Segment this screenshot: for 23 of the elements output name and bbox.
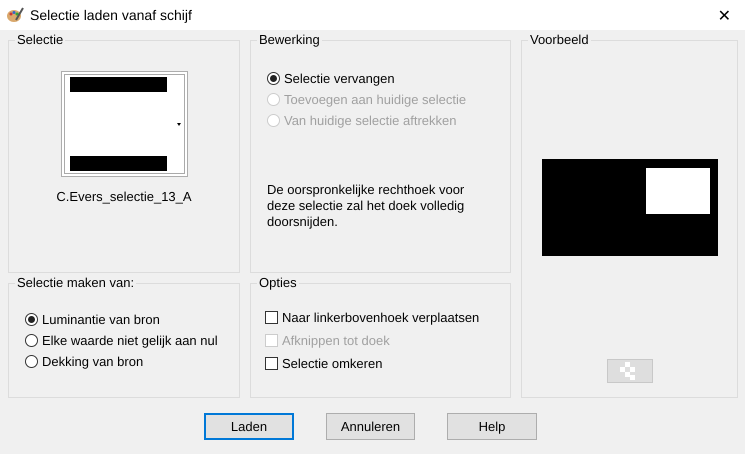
window-title: Selectie laden vanaf schijf (30, 7, 193, 23)
radio-button[interactable] (25, 313, 38, 326)
checkbox-option[interactable]: Selectie omkeren (265, 356, 496, 371)
radio-button[interactable] (25, 355, 38, 368)
dialog-button[interactable]: Laden (204, 413, 294, 440)
checkbox[interactable] (265, 311, 278, 324)
dialog-button[interactable]: Help (447, 413, 537, 440)
radio-button[interactable] (267, 72, 280, 85)
selection-thumbnail[interactable] (60, 71, 188, 177)
close-button[interactable]: ✕ (712, 6, 737, 24)
file-name: C.Evers_selectie_13_A (55, 189, 193, 204)
radio-option[interactable]: Luminantie van bron (25, 312, 223, 327)
palette-icon (6, 6, 24, 24)
radio-option[interactable]: Selectie vervangen (267, 71, 494, 86)
checkbox-option[interactable]: Naar linkerbovenhoek verplaatsen (265, 310, 496, 325)
info-text: De oorspronkelijke rechthoek voor deze selectie zal het doek volledig doorsnijden. (267, 182, 466, 230)
dialog-button[interactable]: Annuleren (326, 413, 415, 440)
radio-option[interactable]: Elke waarde niet gelijk aan nul (25, 333, 223, 348)
checkbox[interactable] (265, 357, 278, 370)
radio-option[interactable]: Dekking van bron (25, 354, 223, 369)
group-title: Opties (257, 275, 299, 291)
radio-button[interactable] (25, 334, 38, 347)
group-title: Bewerking (257, 32, 322, 48)
